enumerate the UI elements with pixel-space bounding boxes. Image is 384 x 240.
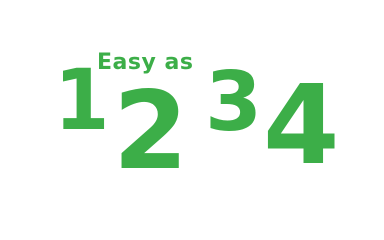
logo-digit-3: 3	[205, 55, 263, 150]
logo-digit-4: 4	[263, 61, 340, 189]
logo-digit-1: 1	[54, 51, 110, 149]
logo-canvas: Easy as 1 2 3 4	[0, 0, 384, 208]
logo-digit-2: 2	[113, 69, 189, 194]
